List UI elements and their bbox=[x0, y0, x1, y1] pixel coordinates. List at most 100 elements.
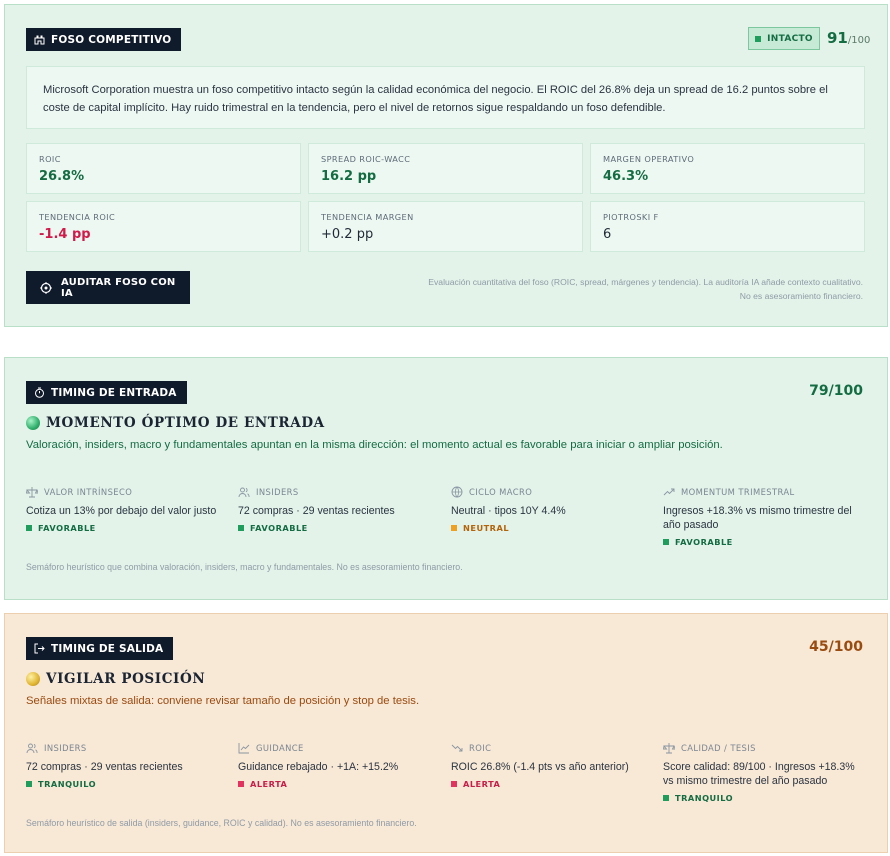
entry-timing-panel: TIMING DE ENTRADA 79/100 MOMENTO ÓPTIMO … bbox=[4, 357, 888, 600]
audit-moat-ai-label: AUDITAR FOSO CON IA bbox=[61, 276, 176, 299]
stopwatch-icon bbox=[34, 387, 45, 398]
metric-label: ROIC bbox=[39, 154, 61, 164]
signal-status-label: NEUTRAL bbox=[463, 523, 510, 533]
green-light-icon bbox=[26, 415, 40, 430]
status-square-icon bbox=[26, 525, 32, 531]
trend-up-icon bbox=[663, 486, 675, 498]
signal-label: INSIDERS bbox=[44, 743, 87, 753]
exit-icon bbox=[34, 643, 45, 654]
users-icon bbox=[238, 486, 250, 498]
castle-icon bbox=[34, 34, 45, 45]
moat-summary: Microsoft Corporation muestra un foso co… bbox=[26, 66, 865, 129]
signal-text: Score calidad: 89/100 · Ingresos +18.3% … bbox=[663, 761, 855, 787]
metric-label: PIOTROSKI F bbox=[603, 212, 659, 222]
status-square-icon bbox=[663, 539, 669, 545]
entry-signal-intrinsic-value: VALOR INTRÍNSECO Cotiza un 13% por debaj… bbox=[26, 486, 226, 533]
moat-panel: FOSO COMPETITIVO INTACTO 91/100 Microsof… bbox=[4, 4, 888, 327]
metric-label: TENDENCIA ROIC bbox=[39, 212, 116, 222]
signal-status: NEUTRAL bbox=[451, 523, 651, 533]
entry-heading-text: MOMENTO ÓPTIMO DE ENTRADA bbox=[46, 415, 325, 431]
signal-header: ROIC bbox=[451, 742, 651, 754]
exit-heading-text: VIGILAR POSICIÓN bbox=[46, 671, 206, 687]
signal-status-label: TRANQUILO bbox=[675, 793, 734, 803]
signal-status-label: FAVORABLE bbox=[250, 523, 308, 533]
metric-value: 16.2 pp bbox=[321, 169, 377, 184]
signal-label: GUIDANCE bbox=[256, 743, 304, 753]
signal-header: GUIDANCE bbox=[238, 742, 438, 754]
signal-label: INSIDERS bbox=[256, 487, 299, 497]
entry-heading: MOMENTO ÓPTIMO DE ENTRADA bbox=[26, 415, 325, 431]
signal-text: Guidance rebajado · +1A: +15.2% bbox=[238, 761, 399, 773]
signal-status-label: ALERTA bbox=[250, 779, 288, 789]
metric-label: MARGEN OPERATIVO bbox=[603, 154, 695, 164]
moat-score: 91/100 bbox=[827, 29, 870, 47]
line-chart-icon bbox=[238, 742, 250, 754]
exit-disclaimer: Semáforo heurístico de salida (insiders,… bbox=[26, 818, 417, 828]
metric-label: TENDENCIA MARGEN bbox=[321, 212, 414, 222]
signal-label: ROIC bbox=[469, 743, 492, 753]
metric-value: -1.4 pp bbox=[39, 227, 91, 242]
metric-label: SPREAD ROIC-WACC bbox=[321, 154, 411, 164]
entry-tag: TIMING DE ENTRADA bbox=[26, 381, 187, 404]
metric-value: 6 bbox=[603, 227, 612, 242]
status-square-icon bbox=[26, 781, 32, 787]
entry-signal-macro-cycle: CICLO MACRO Neutral · tipos 10Y 4.4% NEU… bbox=[451, 486, 651, 533]
exit-score: 45/100 bbox=[809, 639, 863, 655]
exit-tag: TIMING DE SALIDA bbox=[26, 637, 174, 660]
metric-value: +0.2 pp bbox=[321, 227, 374, 242]
globe-icon bbox=[451, 486, 463, 498]
signal-status: ALERTA bbox=[238, 779, 438, 789]
signal-status-label: TRANQUILO bbox=[38, 779, 97, 789]
signal-text: ROIC 26.8% (-1.4 pts vs año anterior) bbox=[451, 761, 629, 773]
exit-subline: Señales mixtas de salida: conviene revis… bbox=[26, 695, 420, 707]
metric-margin-trend: TENDENCIA MARGEN +0.2 pp bbox=[308, 201, 583, 252]
exit-tag-label: TIMING DE SALIDA bbox=[51, 642, 164, 655]
moat-disclaimer: Evaluación cuantitativa del foso (ROIC, … bbox=[428, 277, 863, 301]
signal-header: INSIDERS bbox=[26, 742, 226, 754]
signal-status: FAVORABLE bbox=[663, 537, 863, 547]
signal-status-label: ALERTA bbox=[463, 779, 501, 789]
metric-value: 46.3% bbox=[603, 169, 649, 184]
audit-moat-ai-button[interactable]: AUDITAR FOSO CON IA bbox=[26, 271, 190, 304]
signal-status: FAVORABLE bbox=[26, 523, 226, 533]
signal-label: CICLO MACRO bbox=[469, 487, 533, 497]
metric-roic-trend: TENDENCIA ROIC -1.4 pp bbox=[26, 201, 301, 252]
metric-roic: ROIC 26.8% bbox=[26, 143, 301, 194]
exit-timing-panel: TIMING DE SALIDA 45/100 VIGILAR POSICIÓN… bbox=[4, 613, 888, 853]
signal-text: 72 compras · 29 ventas recientes bbox=[26, 761, 183, 773]
signal-header: CICLO MACRO bbox=[451, 486, 651, 498]
signal-header: INSIDERS bbox=[238, 486, 438, 498]
moat-status-badge: INTACTO bbox=[748, 27, 820, 50]
moat-score-value: 91 bbox=[827, 29, 848, 47]
exit-signal-guidance: GUIDANCE Guidance rebajado · +1A: +15.2%… bbox=[238, 742, 438, 789]
signal-status: TRANQUILO bbox=[26, 779, 226, 789]
signal-status: ALERTA bbox=[451, 779, 651, 789]
status-square-icon bbox=[238, 525, 244, 531]
users-icon bbox=[26, 742, 38, 754]
trend-down-icon bbox=[451, 742, 463, 754]
signal-text: Cotiza un 13% por debajo del valor justo bbox=[26, 505, 217, 517]
yellow-light-icon bbox=[26, 671, 40, 686]
signal-header: MOMENTUM TRIMESTRAL bbox=[663, 486, 863, 498]
metric-value: 26.8% bbox=[39, 169, 85, 184]
entry-subline: Valoración, insiders, macro y fundamenta… bbox=[26, 439, 723, 451]
moat-tag-label: FOSO COMPETITIVO bbox=[51, 33, 172, 46]
exit-signal-roic: ROIC ROIC 26.8% (-1.4 pts vs año anterio… bbox=[451, 742, 651, 789]
entry-score: 79/100 bbox=[809, 383, 863, 399]
status-square-icon bbox=[755, 35, 762, 42]
entry-signal-insiders: INSIDERS 72 compras · 29 ventas reciente… bbox=[238, 486, 438, 533]
exit-signal-insiders: INSIDERS 72 compras · 29 ventas reciente… bbox=[26, 742, 226, 789]
status-square-icon bbox=[451, 781, 457, 787]
entry-signal-quarterly-momentum: MOMENTUM TRIMESTRAL Ingresos +18.3% vs m… bbox=[663, 486, 863, 547]
metric-piotroski: PIOTROSKI F 6 bbox=[590, 201, 865, 252]
moat-score-denominator: /100 bbox=[847, 35, 871, 46]
signal-status-label: FAVORABLE bbox=[38, 523, 96, 533]
ai-sparkle-icon bbox=[40, 281, 52, 294]
signal-label: MOMENTUM TRIMESTRAL bbox=[681, 487, 795, 497]
metric-operating-margin: MARGEN OPERATIVO 46.3% bbox=[590, 143, 865, 194]
metric-spread: SPREAD ROIC-WACC 16.2 pp bbox=[308, 143, 583, 194]
entry-disclaimer: Semáforo heurístico que combina valoraci… bbox=[26, 562, 463, 572]
moat-tag: FOSO COMPETITIVO bbox=[26, 28, 182, 51]
status-square-icon bbox=[238, 781, 244, 787]
signal-label: CALIDAD / TESIS bbox=[681, 743, 756, 753]
